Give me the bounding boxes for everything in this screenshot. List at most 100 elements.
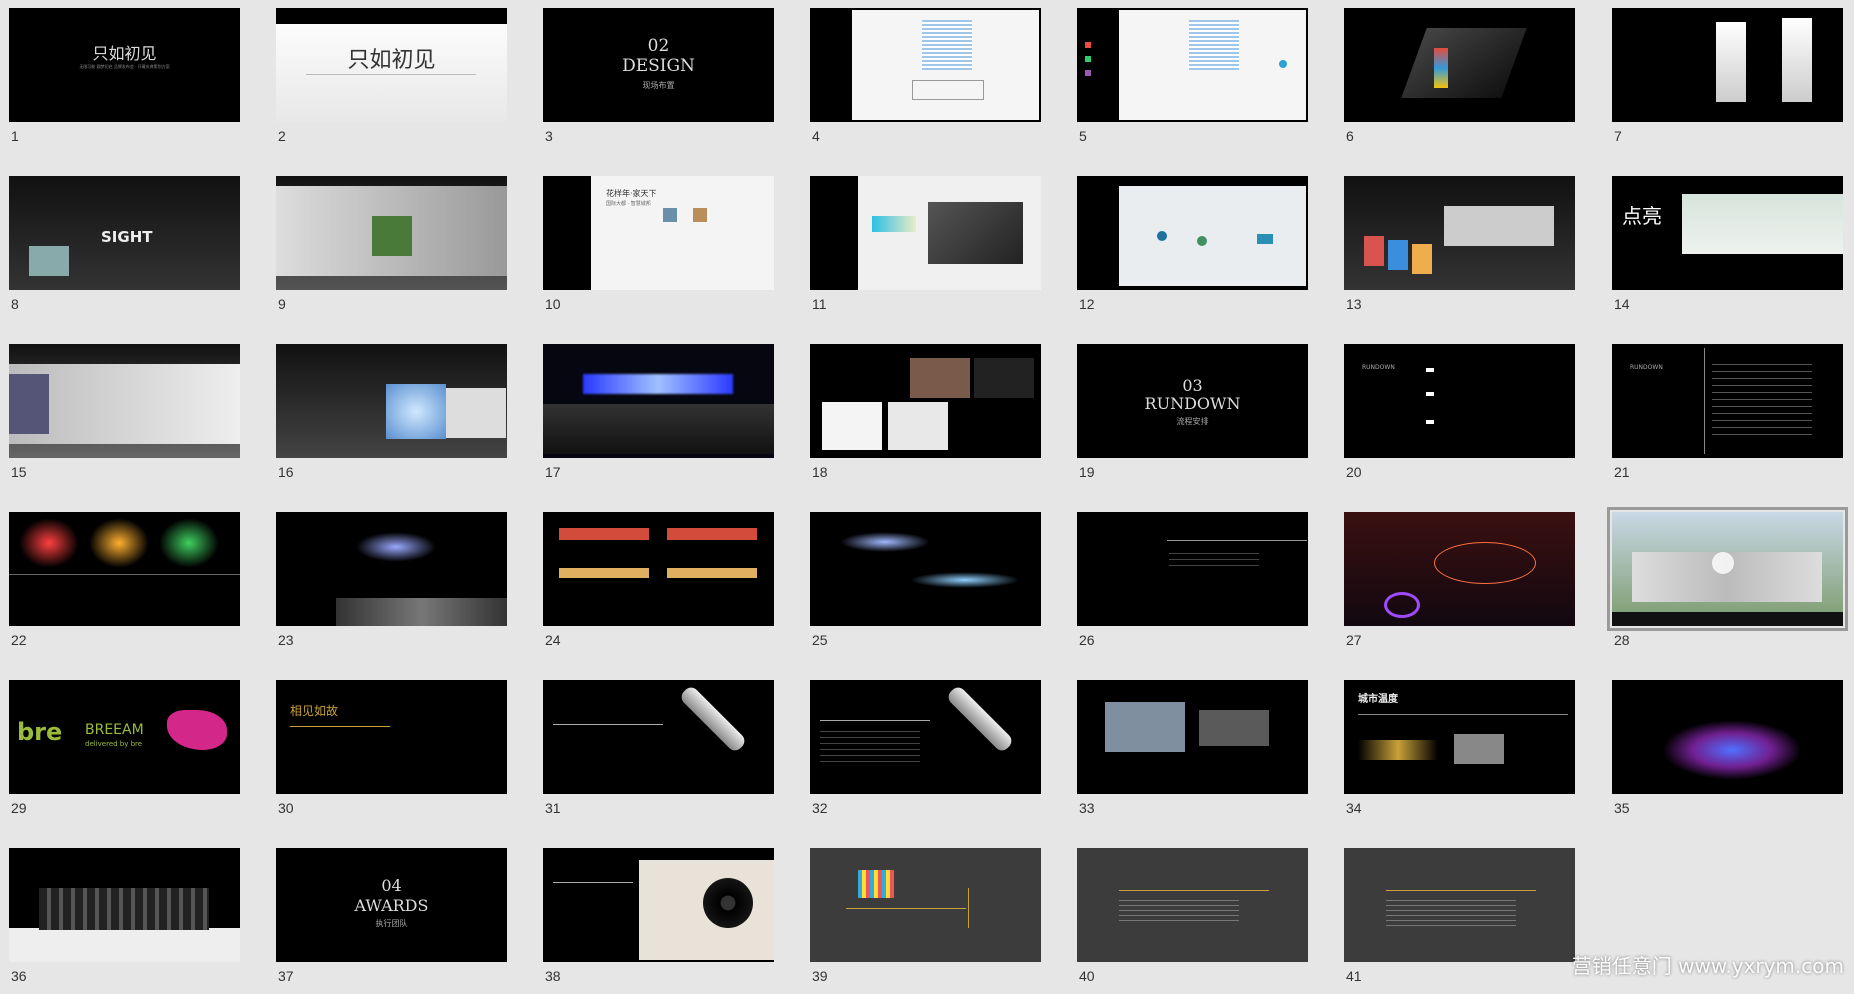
slide-thumbnail[interactable]: [810, 176, 1041, 290]
slide-number: 15: [11, 464, 27, 480]
slide-6[interactable]: 6: [1344, 8, 1575, 154]
microphone-image: [945, 684, 1014, 753]
slide-number: 31: [545, 800, 561, 816]
slide-10[interactable]: 花样年·家天下 国际大都 · 智慧城邦 10: [543, 176, 774, 322]
slide-27[interactable]: 27: [1344, 512, 1575, 658]
slide-number: 32: [812, 800, 828, 816]
bre-logo: bre: [17, 718, 62, 746]
slide-thumbnail[interactable]: [810, 344, 1041, 458]
slide-21[interactable]: RUNDOWN 21: [1612, 344, 1843, 490]
slide-thumbnail[interactable]: [1077, 512, 1308, 626]
slide-22[interactable]: 22: [9, 512, 240, 658]
slide-thumbnail[interactable]: [810, 848, 1041, 962]
floor-plan-image: [1119, 10, 1306, 120]
slide-thumbnail[interactable]: 03 RUNDOWN 流程安排: [1077, 344, 1308, 458]
slide-38[interactable]: 38: [543, 848, 774, 994]
slide-41[interactable]: 41: [1344, 848, 1575, 994]
slide-thumbnail[interactable]: [1344, 848, 1575, 962]
slide-number: 1: [11, 128, 19, 144]
slide-thumbnail[interactable]: [810, 8, 1041, 122]
slide-34[interactable]: 城市温度 34: [1344, 680, 1575, 826]
slide-9[interactable]: 9: [276, 176, 507, 322]
slide-thumbnail[interactable]: [543, 848, 774, 962]
slide-3[interactable]: 02 DESIGN 现场布置 3: [543, 8, 774, 154]
slide-13[interactable]: 13: [1344, 176, 1575, 322]
slide-number: 38: [545, 968, 561, 984]
slide-thumbnail[interactable]: 只如初见 无限可能 圆梦初启 品牌发布会 · 开幕庆典策划方案: [9, 8, 240, 122]
slide-4[interactable]: 4: [810, 8, 1041, 154]
slide-thumbnail[interactable]: [543, 680, 774, 794]
slide-20[interactable]: RUNDOWN 20: [1344, 344, 1575, 490]
slide-17[interactable]: 17: [543, 344, 774, 490]
slide-15[interactable]: 15: [9, 344, 240, 490]
slide-14[interactable]: 点亮 14: [1612, 176, 1843, 322]
breeam-logo: BREEAM: [85, 722, 144, 738]
slide-thumbnail[interactable]: [9, 848, 240, 962]
slide-number: 13: [1346, 296, 1362, 312]
slide-37[interactable]: 04 AWARDS 执行团队 37: [276, 848, 507, 994]
slide-33[interactable]: 33: [1077, 680, 1308, 826]
slide-thumbnail[interactable]: bre BREEAM delivered by bre: [9, 680, 240, 794]
slide-thumbnail[interactable]: [543, 344, 774, 458]
slide-26[interactable]: 26: [1077, 512, 1308, 658]
play-icon[interactable]: [1712, 552, 1734, 574]
slide-thumbnail[interactable]: 04 AWARDS 执行团队: [276, 848, 507, 962]
slide-number: 34: [1346, 800, 1362, 816]
slide-16[interactable]: 16: [276, 344, 507, 490]
slide-number: 25: [812, 632, 828, 648]
slide-thumbnail[interactable]: [1344, 176, 1575, 290]
slide-thumbnail[interactable]: [9, 344, 240, 458]
slide-thumbnail[interactable]: [1344, 8, 1575, 122]
slide-thumbnail[interactable]: 02 DESIGN 现场布置: [543, 8, 774, 122]
slide-1[interactable]: 只如初见 无限可能 圆梦初启 品牌发布会 · 开幕庆典策划方案 1: [9, 8, 240, 154]
slide-thumbnail[interactable]: [810, 512, 1041, 626]
slide-32[interactable]: 32: [810, 680, 1041, 826]
slide-30[interactable]: 相见如故 30: [276, 680, 507, 826]
slide-2[interactable]: 只如初见 2: [276, 8, 507, 154]
slide-5[interactable]: 5: [1077, 8, 1308, 154]
slide-thumbnail[interactable]: RUNDOWN: [1612, 344, 1843, 458]
slide-thumbnail[interactable]: [1612, 680, 1843, 794]
slide-12[interactable]: 12: [1077, 176, 1308, 322]
slide-23[interactable]: 23: [276, 512, 507, 658]
slide-thumbnail[interactable]: [1077, 848, 1308, 962]
slide-thumbnail[interactable]: [1077, 176, 1308, 290]
slide-25[interactable]: 25: [810, 512, 1041, 658]
slide-thumbnail[interactable]: [1344, 512, 1575, 626]
slide-8[interactable]: SIGHT 8: [9, 176, 240, 322]
slide-18[interactable]: 18: [810, 344, 1041, 490]
slide-thumbnail[interactable]: [1612, 512, 1843, 626]
slide-thumbnail[interactable]: [1077, 680, 1308, 794]
slide-thumbnail[interactable]: 相见如故: [276, 680, 507, 794]
slide-36[interactable]: 36: [9, 848, 240, 994]
slide-29[interactable]: bre BREEAM delivered by bre 29: [9, 680, 240, 826]
slide-7[interactable]: 7: [1612, 8, 1843, 154]
slide-thumbnail[interactable]: [276, 344, 507, 458]
slide-thumbnail[interactable]: 城市温度: [1344, 680, 1575, 794]
slide-thumbnail[interactable]: [1077, 8, 1308, 122]
section-number: 03: [1077, 376, 1308, 395]
slide-39[interactable]: 39: [810, 848, 1041, 994]
slide-35[interactable]: 35: [1612, 680, 1843, 826]
slide-thumbnail[interactable]: 只如初见: [276, 8, 507, 122]
slide-thumbnail[interactable]: RUNDOWN: [1344, 344, 1575, 458]
video-frame: [928, 202, 1023, 264]
slide-40[interactable]: 40: [1077, 848, 1308, 994]
slide-thumbnail[interactable]: [810, 680, 1041, 794]
slide-thumbnail[interactable]: SIGHT: [9, 176, 240, 290]
slide-31[interactable]: 31: [543, 680, 774, 826]
slide-number: 18: [812, 464, 828, 480]
slide-thumbnail[interactable]: [543, 512, 774, 626]
slide-thumbnail[interactable]: 点亮: [1612, 176, 1843, 290]
slide-thumbnail[interactable]: [1612, 8, 1843, 122]
slide-19[interactable]: 03 RUNDOWN 流程安排 19: [1077, 344, 1308, 490]
slide-thumbnail[interactable]: 花样年·家天下 国际大都 · 智慧城邦: [543, 176, 774, 290]
slide-thumbnail[interactable]: [276, 512, 507, 626]
slide-24[interactable]: 24: [543, 512, 774, 658]
slide-thumbnail[interactable]: [276, 176, 507, 290]
slide-28[interactable]: 28: [1612, 512, 1843, 658]
slide-title: 花样年·家天下: [606, 188, 657, 199]
slide-11[interactable]: 11: [810, 176, 1041, 322]
slide-subtitle: 现场布置: [543, 80, 774, 91]
slide-thumbnail[interactable]: [9, 512, 240, 626]
